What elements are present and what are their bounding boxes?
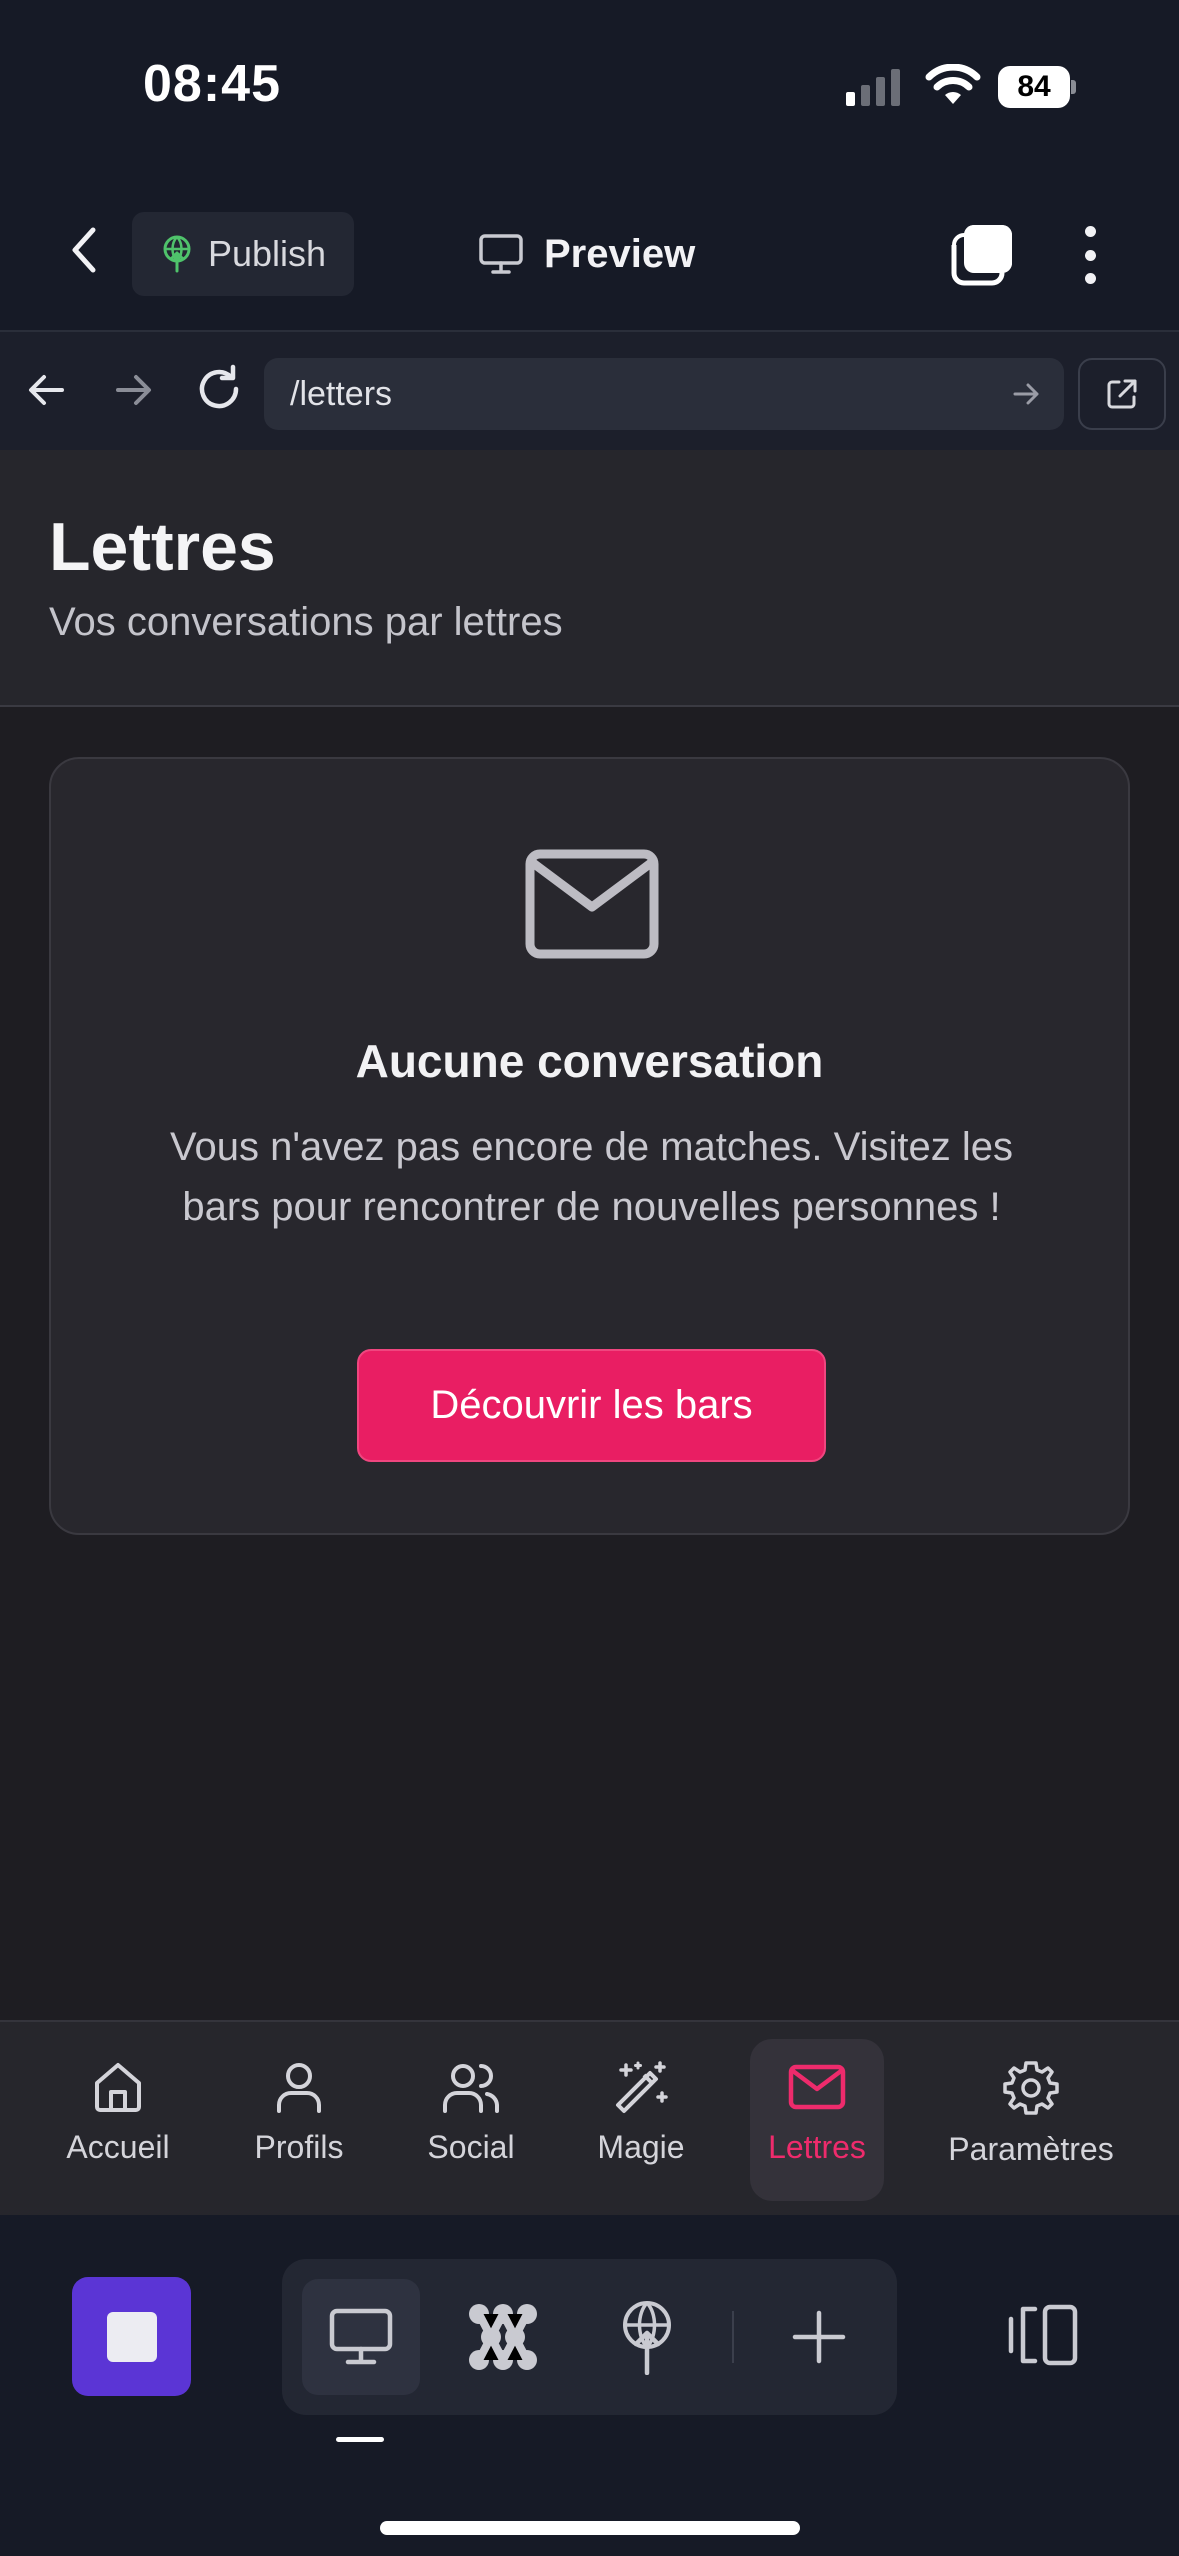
home-icon xyxy=(95,2063,141,2112)
back-button[interactable] xyxy=(55,220,115,280)
tab-label: Paramètres xyxy=(948,2131,1114,2167)
active-tool-indicator xyxy=(336,2437,384,2442)
publish-button[interactable]: Publish xyxy=(132,212,354,296)
home-indicator[interactable] xyxy=(380,2521,800,2535)
empty-state-card: Aucune conversation Vous n'avez pas enco… xyxy=(49,757,1130,1535)
url-input[interactable]: /letters xyxy=(264,358,1064,430)
stop-icon xyxy=(106,2311,157,2362)
preview-label: Preview xyxy=(544,231,696,276)
battery-indicator: 84 xyxy=(998,66,1076,108)
tab-parametres[interactable]: Paramètres xyxy=(940,2039,1122,2201)
preview-button[interactable]: Preview xyxy=(478,212,695,296)
tab-label: Profils xyxy=(254,2129,344,2165)
tab-label: Social xyxy=(427,2129,515,2165)
monitor-icon xyxy=(329,2308,393,2365)
url-go-button[interactable] xyxy=(1010,378,1042,410)
arrow-right-icon xyxy=(116,375,151,405)
publish-globe-icon xyxy=(163,235,191,273)
tab-label: Magie xyxy=(597,2129,685,2165)
cluster-icon xyxy=(469,2304,537,2370)
dev-tool-bar xyxy=(0,2215,1179,2556)
tab-accueil[interactable]: Accueil xyxy=(50,2039,186,2201)
plus-icon xyxy=(792,2310,846,2364)
browser-bar: /letters xyxy=(0,330,1179,450)
external-link-icon xyxy=(1107,379,1137,409)
browser-reload-button[interactable] xyxy=(192,362,246,416)
open-external-button[interactable] xyxy=(1078,358,1166,430)
battery-level: 84 xyxy=(1017,70,1051,103)
page-title: Lettres xyxy=(49,509,276,585)
users-icon xyxy=(443,2064,499,2113)
cellular-signal-icon xyxy=(844,68,904,108)
publish-tool-button[interactable] xyxy=(588,2279,706,2395)
tool-group xyxy=(282,2259,897,2415)
tab-magie[interactable]: Magie xyxy=(580,2039,702,2201)
arrow-left-icon xyxy=(29,375,64,405)
user-icon xyxy=(277,2063,321,2113)
monitor-icon xyxy=(479,234,523,274)
arrow-right-icon xyxy=(1013,383,1039,405)
discover-bars-button[interactable]: Découvrir les bars xyxy=(357,1349,826,1462)
wifi-icon xyxy=(925,64,981,106)
tab-label: Lettres xyxy=(768,2129,866,2165)
status-time: 08:45 xyxy=(143,55,281,113)
agents-tool-button[interactable] xyxy=(444,2279,562,2395)
bottom-tab-nav: Accueil Profils Social Magie Lettres Par… xyxy=(0,2020,1179,2215)
tab-label: Accueil xyxy=(66,2129,170,2165)
magic-wand-icon xyxy=(616,2061,668,2113)
preview-tool-button[interactable] xyxy=(302,2279,420,2395)
app-toolbar: Publish Preview xyxy=(0,175,1179,330)
mail-icon xyxy=(525,849,659,959)
browser-back-button[interactable] xyxy=(22,365,72,415)
stop-button[interactable] xyxy=(72,2277,191,2396)
more-options-button[interactable] xyxy=(1070,220,1110,290)
empty-state-description: Vous n'avez pas encore de matches. Visit… xyxy=(170,1125,1013,1229)
url-text: /letters xyxy=(290,374,393,413)
settings-gear-icon xyxy=(1003,2061,1059,2115)
tab-profils[interactable]: Profils xyxy=(236,2039,362,2201)
tab-social[interactable]: Social xyxy=(410,2039,532,2201)
chevron-left-icon xyxy=(72,227,96,273)
status-bar: 08:45 84 xyxy=(0,0,1179,175)
publish-label: Publish xyxy=(208,233,327,274)
panel-layout-icon xyxy=(1008,2304,1078,2366)
page-subtitle: Vos conversations par lettres xyxy=(49,600,563,644)
browser-forward-button[interactable] xyxy=(108,365,158,415)
page-header: Lettres Vos conversations par lettres xyxy=(0,450,1179,707)
tab-lettres[interactable]: Lettres xyxy=(750,2039,884,2201)
layout-toggle-button[interactable] xyxy=(1005,2303,1083,2367)
reload-icon xyxy=(199,364,239,409)
discover-bars-label: Découvrir les bars xyxy=(430,1383,753,1427)
tabs-switcher-button[interactable] xyxy=(950,223,1016,289)
add-tool-button[interactable] xyxy=(760,2279,878,2395)
tabs-icon xyxy=(951,225,1012,286)
mail-icon xyxy=(788,2064,846,2110)
tool-divider xyxy=(732,2311,734,2363)
empty-state-title: Aucune conversation xyxy=(355,1035,824,1087)
main-content: Aucune conversation Vous n'avez pas enco… xyxy=(0,707,1179,2020)
publish-globe-icon xyxy=(623,2301,671,2375)
